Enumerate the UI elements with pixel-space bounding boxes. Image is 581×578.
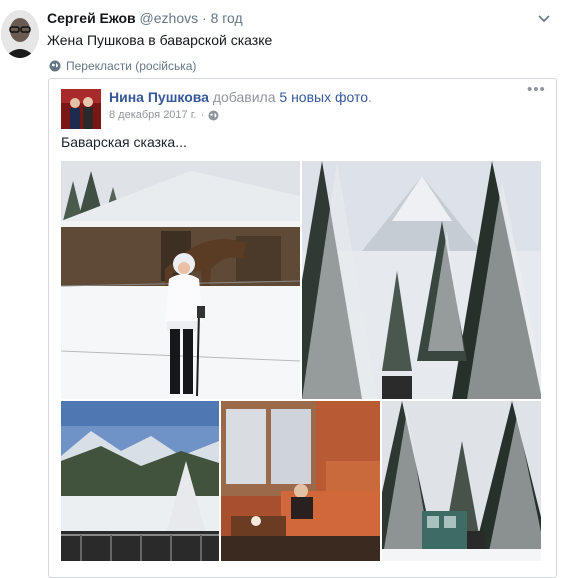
chevron-down-icon[interactable] [536,12,552,26]
separator-dot: · [202,10,207,26]
author-handle[interactable]: @ezhovs [140,10,199,26]
embed-author-avatar[interactable] [61,89,101,129]
tweet-text: Жена Пушкова в баварской сказке [47,32,273,48]
photos-link[interactable]: 5 новых фото [279,89,368,105]
hotel-room-photo[interactable] [221,401,380,561]
author-name[interactable]: Сергей Ежов [47,10,136,26]
tweet-header: Сергей Ежов @ezhovs · 8 год [47,10,243,27]
snowy-mountain-forest-photo[interactable] [302,161,541,399]
embed-author-name[interactable]: Нина Пушкова [109,89,209,105]
embed-header: Нина Пушкова добавила 5 новых фото. [109,89,372,106]
embed-date-row: 8 декабря 2017 г. · [109,109,219,121]
public-globe-icon [208,110,219,120]
globe-icon [49,60,61,72]
snowy-forest-carriage-photo[interactable] [382,401,541,561]
translate-link[interactable]: Перекласти (російська) [49,59,196,73]
post-caption: Баварская сказка... [61,134,187,150]
more-options-button[interactable]: ••• [527,81,546,98]
embed-date[interactable]: 8 декабря 2017 г. [109,109,196,121]
translate-label: Перекласти (російська) [66,59,197,73]
embedded-post-card[interactable]: Нина Пушкова добавила 5 новых фото. 8 де… [48,78,557,578]
embed-period: . [368,89,372,105]
author-avatar[interactable] [1,10,39,58]
horse-stable-snow-photo[interactable] [61,161,300,399]
alpine-valley-view-photo[interactable] [61,401,219,561]
date-separator: · [200,109,205,121]
tweet-time[interactable]: 8 год [211,10,243,26]
embed-action: добавила [212,89,276,105]
